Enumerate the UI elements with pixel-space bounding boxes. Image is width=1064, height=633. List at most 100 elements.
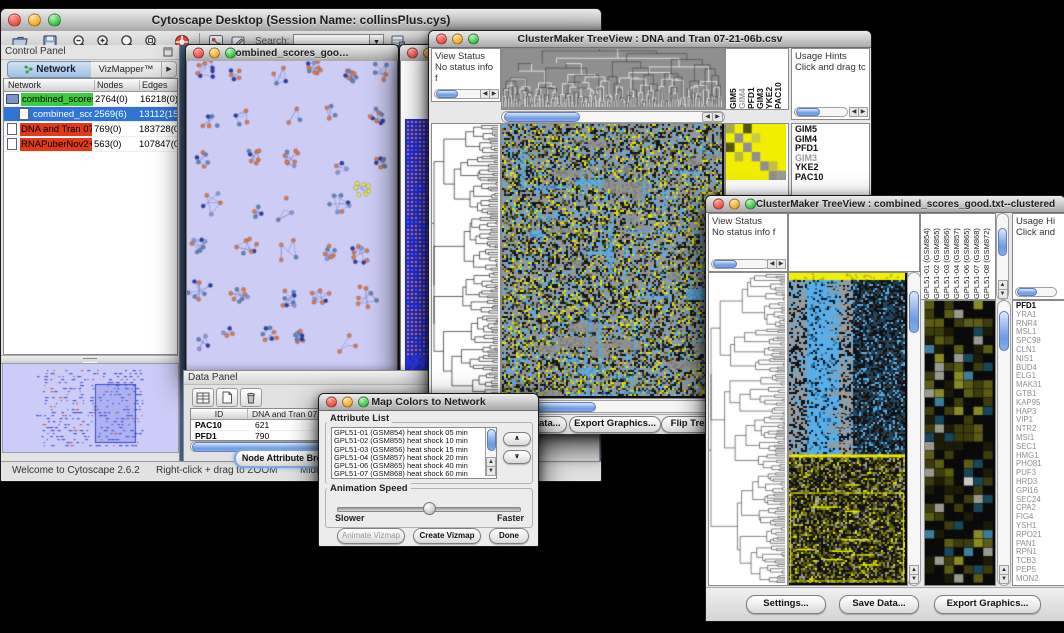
tv2-usage-scrollbar[interactable] [1015, 287, 1057, 297]
attribute-list-scrollbar[interactable]: ▲ ▼ [485, 428, 496, 476]
scroll-down-icon[interactable]: ▼ [998, 289, 1008, 299]
attribute-listbox[interactable]: GPL51-01 (GSM854) heat shock 05 minGPL51… [331, 427, 497, 479]
settings-button[interactable]: Settings... [746, 595, 826, 614]
heatmap-column-label[interactable]: GPL51-01 (GSM854) [922, 214, 932, 299]
network-table-row[interactable]: combined_sco2569(6)13112(15) [4, 107, 177, 122]
delete-attribute-trash-icon[interactable] [240, 388, 262, 407]
export-graphics-button[interactable]: Export Graphics... [934, 595, 1041, 614]
tv2-status-scrollbar[interactable] [711, 259, 769, 269]
network-edges-count: 183728(0) [137, 124, 178, 135]
close-button[interactable] [407, 48, 418, 59]
tv2-zoom-vscrollbar[interactable]: ▲ ▼ [997, 300, 1011, 586]
network-table-row[interactable]: DNA and Tran 07769(0)183728(0) [4, 122, 177, 137]
network-edges-count: 16218(0) [138, 94, 178, 105]
tab-overflow-button[interactable]: ▶ [161, 61, 177, 78]
scroll-right-icon[interactable]: ▶ [489, 89, 499, 99]
minimize-button[interactable] [342, 397, 353, 408]
heatmap-column-label[interactable]: YKE2 [764, 49, 773, 109]
zoom-button[interactable] [48, 14, 61, 27]
tv1-status-scrollbar[interactable] [434, 89, 484, 99]
heatmap-column-label[interactable]: GIM3 [755, 49, 764, 109]
col-network[interactable]: Network [4, 80, 94, 90]
tv2-column-dendrogram[interactable] [788, 213, 920, 272]
scroll-down-icon[interactable]: ▼ [486, 466, 496, 476]
close-button[interactable] [326, 397, 337, 408]
close-button[interactable] [436, 34, 447, 45]
gene-label[interactable]: MON2 [1016, 575, 1064, 584]
tv2-heatmap-vscrollbar[interactable]: ▲ ▼ [907, 272, 921, 586]
dense-network-canvas[interactable] [405, 119, 429, 371]
birdseye-canvas[interactable] [3, 364, 176, 450]
attribute-list-item[interactable]: GPL51-07 (GSM868) heat shock 60 min [334, 470, 494, 478]
tv2-collabel-scrollbar[interactable]: ▲ ▼ [996, 213, 1009, 300]
col-nodes[interactable]: Nodes [94, 80, 139, 90]
tv2-zoom-heatmap[interactable] [924, 300, 996, 586]
tv1-gene-dendrogram[interactable] [431, 123, 501, 399]
close-button[interactable] [713, 199, 724, 210]
treeview-combined-titlebar[interactable]: ClusterMaker TreeView : combined_scores_… [706, 196, 1064, 213]
zoom-button[interactable] [468, 34, 479, 45]
heatmap-column-label[interactable]: PAC10 [773, 49, 782, 109]
heatmap-column-label[interactable]: GPL51-07 (GSM868) [972, 214, 982, 299]
tv2-gene-dendrogram[interactable] [708, 272, 788, 586]
heatmap-column-label[interactable]: GIM5 [728, 49, 737, 109]
minimize-button[interactable] [452, 34, 463, 45]
zoom-button[interactable] [745, 199, 756, 210]
select-attributes-icon[interactable] [192, 388, 214, 407]
scroll-down-icon[interactable]: ▼ [909, 574, 919, 584]
move-attribute-up-button[interactable]: ∧ [503, 432, 531, 446]
col-edges[interactable]: Edges [139, 80, 177, 90]
animate-vizmap-button[interactable]: Animate Vizmap [337, 528, 405, 544]
document-icon [7, 123, 17, 135]
heatmap-column-label[interactable]: GPL51-03 (GSM856) [942, 214, 952, 299]
save-data-button[interactable]: Save Data... [839, 595, 919, 614]
heatmap-column-label[interactable]: PFD1 [746, 49, 755, 109]
network-table-header: Network Nodes Edges [4, 79, 177, 92]
tab-vizmapper[interactable]: VizMapper™ [91, 61, 162, 78]
tv1-view-status-text: No status info f [435, 62, 497, 84]
tv1-column-dendrogram[interactable] [501, 48, 725, 110]
tv2-view-status-panel: View Status No status info f ◀ ▶ [708, 213, 788, 272]
heatmap-column-label[interactable]: GPL51-08 (GSM872) [982, 214, 992, 299]
dp-col-id[interactable]: ID [191, 409, 247, 419]
network-table-row[interactable]: RNAPuberNov2+563(0)107847(0) [4, 137, 177, 152]
heatmap-column-label[interactable]: GIM4 [737, 49, 746, 109]
heatmap-column-label[interactable]: GPL51-06 (GSM865) [962, 214, 972, 299]
slider-thumb[interactable] [423, 502, 436, 515]
main-titlebar[interactable]: Cytoscape Desktop (Session Name: collins… [1, 9, 601, 32]
network-view-titlebar[interactable]: combined_scores_good.txt--cluste... [186, 45, 398, 62]
tv1-heatmap-hscrollbar[interactable]: ◀ ▶ [501, 111, 725, 123]
minimize-button[interactable] [209, 48, 220, 59]
scroll-down-icon[interactable]: ▼ [999, 574, 1009, 584]
close-button[interactable] [8, 14, 21, 27]
tv1-usage-scrollbar[interactable] [794, 107, 848, 117]
minimize-button[interactable] [28, 14, 41, 27]
new-attribute-icon[interactable] [216, 388, 238, 407]
network-name: combined_sco [32, 108, 92, 121]
map-colors-titlebar[interactable]: Map Colors to Network [319, 394, 538, 411]
scroll-right-icon[interactable]: ▶ [858, 107, 868, 117]
zoom-button[interactable] [225, 48, 236, 59]
tab-network[interactable]: Network [7, 61, 93, 78]
zoom-button[interactable] [358, 397, 369, 408]
scroll-right-icon[interactable]: ▶ [776, 259, 786, 269]
tv2-usage-hints-panel: Usage Hi Click and [1012, 213, 1064, 300]
birdseye-view[interactable] [2, 363, 179, 453]
create-vizmap-button[interactable]: Create Vizmap [413, 528, 481, 544]
minimize-button[interactable] [729, 199, 740, 210]
scroll-right-icon[interactable]: ▶ [712, 112, 723, 122]
main-window-title: Cytoscape Desktop (Session Name: collins… [1, 13, 601, 27]
heatmap-row-label[interactable]: PAC10 [795, 173, 869, 183]
move-attribute-down-button[interactable]: ∨ [503, 450, 531, 464]
export-graphics-button[interactable]: Export Graphics... [569, 416, 661, 433]
network-table-row[interactable]: combined_scores2764(0)16218(0) [4, 92, 177, 107]
tv2-heatmap[interactable] [788, 272, 908, 586]
network-canvas[interactable] [187, 61, 397, 374]
heatmap-column-label[interactable]: GPL51-04 (GSM857) [952, 214, 962, 299]
close-button[interactable] [193, 48, 204, 59]
treeview-dna-titlebar[interactable]: ClusterMaker TreeView : DNA and Tran 07-… [429, 31, 871, 48]
float-panel-icon[interactable] [163, 47, 173, 57]
done-button[interactable]: Done [489, 528, 529, 544]
tv1-heatmap[interactable] [501, 123, 725, 399]
heatmap-column-label[interactable]: GPL51-02 (GSM855) [932, 214, 942, 299]
